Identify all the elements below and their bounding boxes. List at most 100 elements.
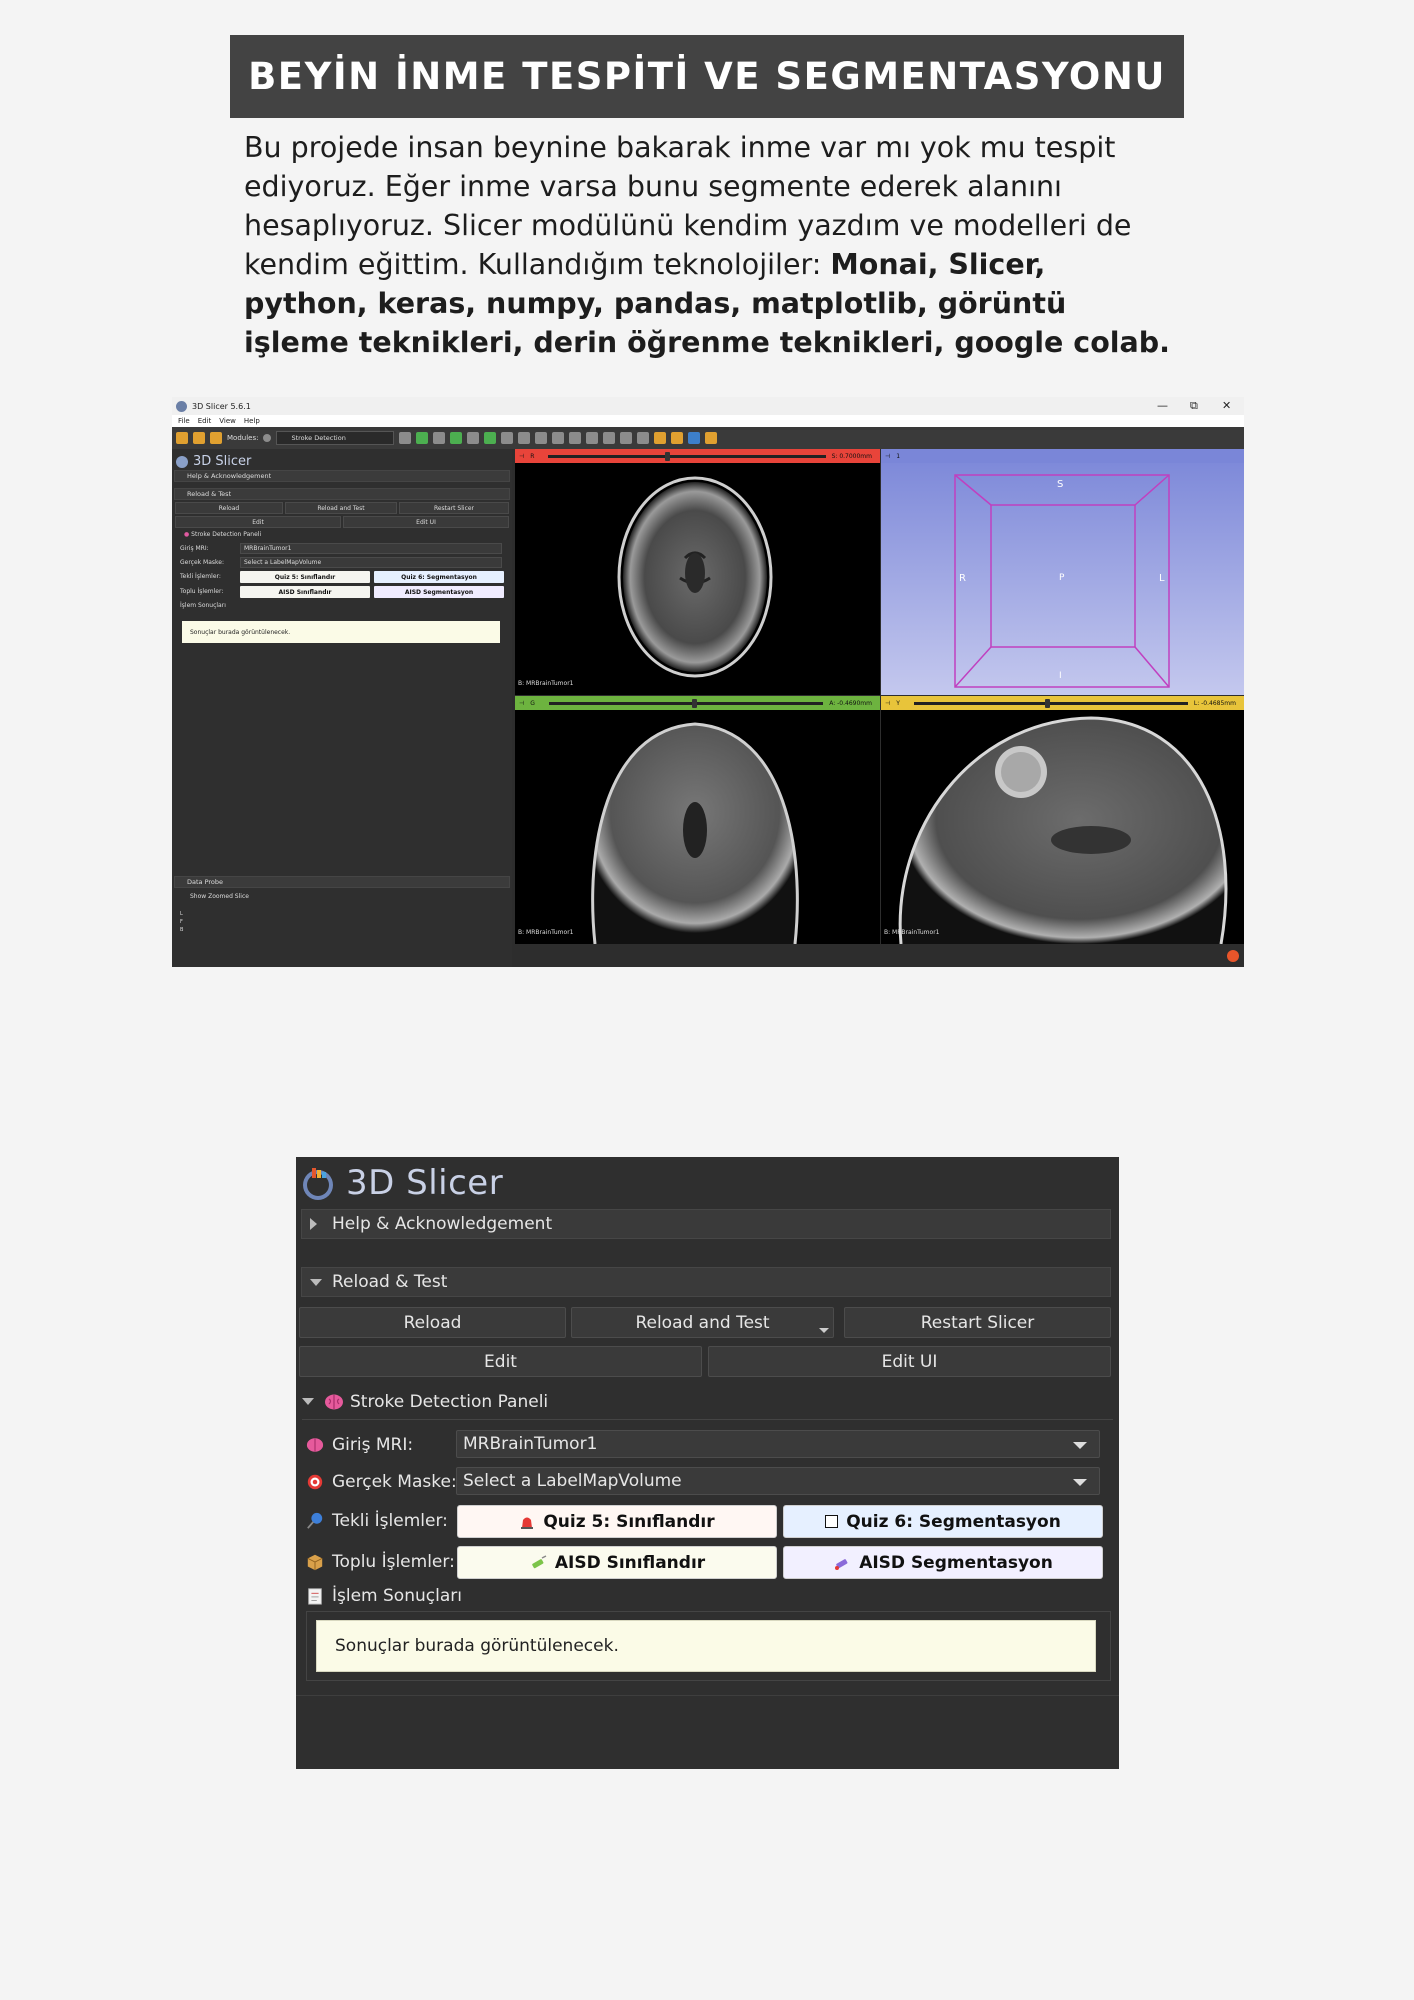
- dropdown-arrow-icon[interactable]: [819, 1328, 829, 1333]
- label-s: S: [1057, 479, 1064, 490]
- place-point-icon[interactable]: [671, 432, 684, 444]
- edit-button[interactable]: Edit: [175, 516, 341, 528]
- maximize-button[interactable]: ⧉: [1190, 399, 1198, 413]
- pin-icon[interactable]: ⊣: [885, 453, 890, 460]
- edit-ui-button[interactable]: Edit UI: [708, 1346, 1111, 1377]
- project-description: Bu projede insan beynine bakarak inme va…: [244, 128, 1174, 362]
- reload-and-test-button[interactable]: Reload and Test: [571, 1307, 834, 1338]
- stroke-section-label: Stroke Detection Paneli: [191, 531, 262, 538]
- mask-label: Gerçek Maske:: [180, 559, 225, 566]
- models-module-icon[interactable]: [484, 432, 497, 444]
- reload-and-test-button[interactable]: Reload and Test: [285, 502, 397, 514]
- window-level-icon[interactable]: [586, 432, 599, 444]
- quiz6-segment-button[interactable]: Quiz 6: Segmentasyon: [374, 571, 504, 583]
- red-view-controller: ⊣ R S: 0.7000mm: [515, 449, 880, 463]
- data-probe-section[interactable]: Data Probe: [174, 876, 510, 888]
- save-icon[interactable]: [210, 432, 222, 444]
- help-section[interactable]: Help & Acknowledgement: [301, 1209, 1111, 1239]
- restart-slicer-button[interactable]: Restart Slicer: [399, 502, 509, 514]
- show-zoomed-checkbox[interactable]: Show Zoomed Slice: [190, 893, 249, 900]
- quiz6-segment-button[interactable]: Quiz 6: Segmentasyon: [783, 1505, 1103, 1538]
- menu-help[interactable]: Help: [244, 417, 260, 425]
- menu-view[interactable]: View: [219, 417, 236, 425]
- load-dicom-icon[interactable]: [193, 432, 205, 444]
- restart-slicer-button[interactable]: Restart Slicer: [844, 1307, 1111, 1338]
- input-mri-combo[interactable]: MRBrainTumor1: [456, 1430, 1100, 1458]
- green-slice-slider[interactable]: [548, 698, 824, 708]
- yellow-offset: L: -0.4685mm: [1193, 699, 1236, 707]
- volumes-module-icon[interactable]: [467, 432, 480, 444]
- mask-label: Gerçek Maske:: [332, 1472, 457, 1492]
- edit-ui-button[interactable]: Edit UI: [343, 516, 509, 528]
- brand-text: 3D Slicer: [346, 1163, 504, 1203]
- minimize-button[interactable]: —: [1157, 399, 1168, 412]
- 3d-view[interactable]: ⊣ 1 S R P L I: [881, 449, 1244, 695]
- input-mri-combo[interactable]: MRBrainTumor1: [240, 543, 502, 554]
- red-slice-slider[interactable]: [548, 451, 826, 461]
- add-markup-icon[interactable]: [654, 432, 667, 444]
- aisd-classify-button[interactable]: AISD Sınıflandır: [457, 1546, 777, 1579]
- aisd-segment-label: AISD Segmentasyon: [859, 1552, 1053, 1573]
- stroke-section[interactable]: ● Stroke Detection Paneli: [184, 531, 261, 538]
- mask-combo[interactable]: Select a LabelMapVolume: [240, 557, 502, 568]
- probe-row-l: L: [180, 911, 183, 917]
- edit-button[interactable]: Edit: [299, 1346, 702, 1377]
- 3d-view-controller: ⊣ 1: [881, 449, 1244, 463]
- menu-file[interactable]: File: [178, 417, 190, 425]
- aisd-classify-button[interactable]: AISD Sınıflandır: [240, 586, 370, 598]
- python-console-icon[interactable]: [705, 432, 718, 444]
- quiz5-classify-button[interactable]: Quiz 5: Sınıflandır: [240, 571, 370, 583]
- transforms-module-icon[interactable]: [501, 432, 514, 444]
- single-ops-label: Tekli İşlemler:: [332, 1511, 448, 1531]
- crosshair-icon[interactable]: [603, 432, 616, 444]
- screenshot-icon[interactable]: [620, 432, 633, 444]
- reload-section[interactable]: Reload & Test: [301, 1267, 1111, 1297]
- view-link-icon[interactable]: [637, 432, 650, 444]
- reload-button[interactable]: Reload: [299, 1307, 566, 1338]
- 3d-view-name: 1: [896, 452, 901, 460]
- menu-edit[interactable]: Edit: [198, 417, 212, 425]
- syringe-icon: [835, 1558, 848, 1570]
- markups-module-icon[interactable]: [518, 432, 531, 444]
- module-search-icon[interactable]: [263, 434, 272, 442]
- green-view-name: G: [530, 699, 535, 707]
- forward-arrow-icon[interactable]: [433, 432, 446, 444]
- slicer-logo-icon: [303, 1168, 333, 1200]
- extensions-icon[interactable]: [688, 432, 701, 444]
- help-section[interactable]: Help & Acknowledgement: [174, 470, 510, 482]
- chevron-down-icon: [1073, 1479, 1087, 1486]
- segment-editor-icon[interactable]: [535, 432, 548, 444]
- load-data-icon[interactable]: [176, 432, 188, 444]
- reload-and-test-label: Reload and Test: [635, 1312, 770, 1333]
- layout-icon[interactable]: [552, 432, 565, 444]
- stroke-section[interactable]: Stroke Detection Paneli: [296, 1387, 1119, 1417]
- data-module-icon[interactable]: [450, 432, 463, 444]
- pin-icon[interactable]: ⊣: [519, 453, 524, 460]
- batch-ops-label: Toplu İşlemler:: [180, 588, 224, 595]
- module-list-icon[interactable]: [399, 432, 412, 444]
- results-label: İşlem Sonuçları: [332, 1586, 462, 1606]
- module-selector[interactable]: Stroke Detection: [276, 431, 395, 445]
- zoomed-module-panel: 3D Slicer Help & Acknowledgement Reload …: [296, 1157, 1119, 1769]
- error-log-icon[interactable]: [1227, 950, 1239, 962]
- aisd-segment-button[interactable]: AISD Segmentasyon: [374, 586, 504, 598]
- mouse-mode-icon[interactable]: [569, 432, 582, 444]
- mask-combo[interactable]: Select a LabelMapVolume: [456, 1467, 1100, 1495]
- back-arrow-icon[interactable]: [416, 432, 429, 444]
- probe-row-b: B: [180, 927, 184, 933]
- reload-button[interactable]: Reload: [175, 502, 283, 514]
- red-offset: S: 0.7000mm: [831, 452, 872, 460]
- yellow-slice-slider[interactable]: [913, 698, 1188, 708]
- quiz5-classify-button[interactable]: Quiz 5: Sınıflandır: [457, 1505, 777, 1538]
- yellow-slice-view[interactable]: ⊣ Y L: -0.4685mm B: MRBrainTumor1: [881, 696, 1244, 944]
- reload-section[interactable]: Reload & Test: [174, 488, 510, 500]
- green-slice-view[interactable]: ⊣ G A: -0.4690mm B: MRBrainTumor1: [515, 696, 880, 944]
- pin-icon[interactable]: ⊣: [885, 700, 890, 707]
- target-icon: [307, 1474, 323, 1490]
- aisd-segment-button[interactable]: AISD Segmentasyon: [783, 1546, 1103, 1579]
- red-slice-view[interactable]: ⊣ R S: 0.7000mm B: MRBrainTumor1: [515, 449, 880, 695]
- slicer-logo-icon: [176, 455, 188, 468]
- close-window-button[interactable]: ✕: [1222, 399, 1231, 412]
- pin-icon[interactable]: ⊣: [519, 700, 524, 707]
- results-box: Sonuçlar burada görüntülenecek.: [316, 1620, 1096, 1672]
